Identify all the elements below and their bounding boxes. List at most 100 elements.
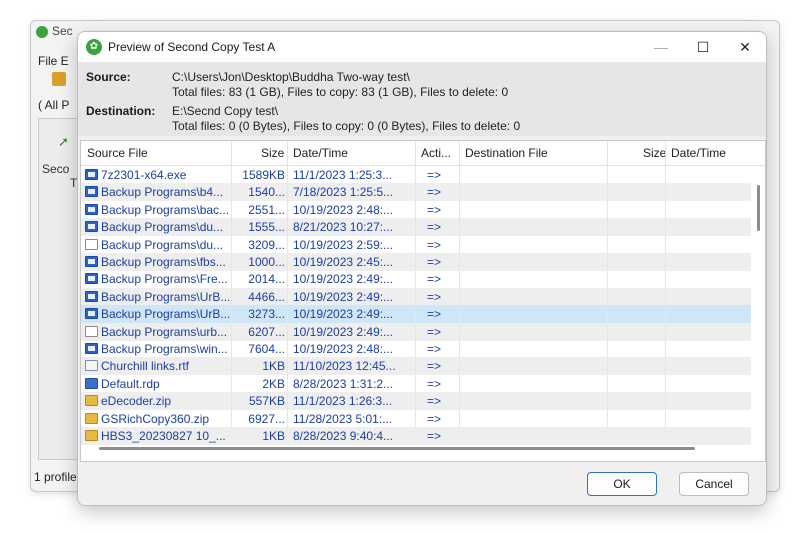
profile-label[interactable]: Seco T — [42, 162, 77, 190]
table-row[interactable]: HBS3_20230827 10_... 1KB 8/28/2023 9:40:4.… — [81, 427, 751, 445]
table-row[interactable]: GSRichCopy360.zip 6927... 11/28/2023 5:01:… — [81, 410, 751, 428]
dialog-title: Preview of Second Copy Test A — [108, 40, 276, 54]
source-file-cell: Backup Programs\win... — [101, 342, 228, 356]
action-cell: => — [427, 324, 442, 339]
action-cell: => — [427, 289, 442, 304]
date-time-cell: 8/28/2023 1:31:2... — [293, 376, 394, 391]
size-cell: 6927... — [248, 411, 285, 426]
source-file-cell: Backup Programs\fbs... — [101, 255, 226, 269]
ok-button[interactable]: OK — [587, 472, 657, 496]
source-file-cell: Backup Programs\UrB... — [101, 307, 231, 322]
action-cell: => — [427, 376, 442, 391]
table-row[interactable]: eDecoder.zip 557KB 11/1/2023 1:26:3... => — [81, 392, 751, 411]
table-row[interactable]: Default.rdp 2KB 8/28/2023 1:31:2... => — [81, 375, 751, 393]
date-time-cell: 11/1/2023 1:25:3... — [293, 168, 393, 182]
date-time-cell: 10/19/2023 2:59:... — [293, 237, 394, 252]
table-row[interactable]: Backup Programs\bac... 2551... 10/19/2023 … — [81, 201, 751, 219]
toolbar-icon[interactable] — [52, 72, 66, 86]
source-file-cell: GSRichCopy360.zip — [101, 411, 210, 426]
close-icon[interactable]: ✕ — [724, 32, 766, 62]
date-time-cell: 8/28/2023 9:40:4... — [293, 429, 394, 443]
table-row[interactable]: Backup Programs\fbs... 1000... 10/19/2023 … — [81, 253, 751, 271]
app-icon: ✿ — [86, 39, 102, 55]
source-file-cell: Default.rdp — [101, 376, 160, 391]
date-time-cell: 10/19/2023 2:48:... — [293, 342, 394, 356]
source-file-cell: Backup Programs\urb... — [101, 324, 228, 339]
col-destination-file[interactable]: Destination File — [465, 146, 548, 160]
source-file-cell: Backup Programs\du... — [101, 237, 224, 252]
size-cell: 1KB — [262, 429, 285, 443]
dialog-titlebar[interactable]: ✿ Preview of Second Copy Test A — ☐ ✕ — [78, 32, 766, 62]
action-cell: => — [427, 342, 442, 356]
action-cell: => — [427, 394, 442, 409]
action-cell: => — [427, 255, 442, 269]
exe-file-icon — [85, 308, 98, 320]
source-file-cell: 7z2301-x64.exe — [101, 168, 187, 182]
destination-totals: Total files: 0 (0 Bytes), Files to copy:… — [172, 119, 521, 133]
source-path: C:\Users\Jon\Desktop\Buddha Two-way test… — [172, 70, 410, 84]
action-cell: => — [427, 202, 442, 217]
date-time-cell: 8/21/2023 10:27:... — [293, 220, 394, 235]
size-cell: 3273... — [248, 307, 285, 322]
table-row[interactable]: 7z2301-x64.exe 1589KB 11/1/2023 1:25:3... =… — [81, 166, 751, 184]
exe-file-icon — [85, 273, 98, 285]
exe-file-icon — [85, 221, 98, 233]
table-row[interactable]: Backup Programs\du... 3209... 10/19/2023 2… — [81, 236, 751, 254]
col-action[interactable]: Acti... — [421, 146, 451, 160]
exe-file-icon — [85, 290, 98, 302]
table-row[interactable]: Churchill links.rtf 1KB 11/10/2023 12:45..… — [81, 357, 751, 376]
col-date-time[interactable]: Date/Time — [293, 146, 348, 160]
main-window-edge — [766, 66, 777, 90]
size-cell: 1555... — [248, 220, 285, 235]
table-row[interactable]: Backup Programs\b4... 1540... 7/18/2023 1:… — [81, 183, 751, 202]
profile-arrow-icon: ➚ — [58, 134, 69, 149]
vertical-scrollbar[interactable] — [755, 165, 763, 429]
exe-file-icon — [85, 169, 98, 180]
date-time-cell: 7/18/2023 1:25:5... — [293, 185, 394, 200]
table-row[interactable]: Backup Programs\UrB... 4466... 10/19/2023 … — [81, 287, 751, 306]
col-size[interactable]: Size — [261, 146, 284, 160]
status-bar-text: 1 profile — [34, 470, 77, 484]
file-list[interactable]: Source File Size Date/Time Acti... Desti… — [80, 140, 766, 462]
date-time-cell: 11/28/2023 5:01:... — [293, 411, 393, 426]
exe-file-icon — [85, 203, 98, 215]
minimize-icon[interactable]: — — [640, 32, 682, 62]
date-time-cell: 10/19/2023 2:45:... — [293, 255, 394, 269]
destination-label: Destination: — [86, 104, 156, 118]
source-file-cell: Backup Programs\du... — [101, 220, 224, 235]
col-source-file[interactable]: Source File — [87, 146, 148, 160]
rdp-file-icon — [85, 377, 98, 389]
table-row[interactable]: Backup Programs\urb... 6207... 10/19/2023 … — [81, 322, 751, 341]
table-row[interactable]: Backup Programs\win... 7604... 10/19/2023 … — [81, 340, 751, 358]
size-cell: 1KB — [262, 359, 285, 374]
col-dest-size[interactable]: Size — [643, 146, 666, 160]
size-cell: 3209... — [248, 237, 285, 252]
date-time-cell: 11/1/2023 1:26:3... — [293, 394, 393, 409]
zip-file-icon — [85, 395, 98, 407]
table-row[interactable]: Backup Programs\Fre... 2014... 10/19/2023 … — [81, 270, 751, 288]
size-cell: 2KB — [262, 376, 285, 391]
horizontal-scroll-thumb[interactable] — [99, 447, 695, 450]
cancel-button[interactable]: Cancel — [679, 472, 749, 496]
destination-path: E:\Secnd Copy test\ — [172, 104, 279, 118]
col-dest-date-time[interactable]: Date/Time — [671, 146, 726, 160]
exe-file-icon — [85, 256, 98, 267]
maximize-icon[interactable]: ☐ — [682, 32, 724, 62]
profile-filter-tab[interactable]: ( All P — [38, 98, 69, 112]
table-row[interactable]: Backup Programs\du... 1555... 8/21/2023 10… — [81, 218, 751, 237]
date-time-cell: 11/10/2023 12:45... — [293, 359, 396, 374]
table-row[interactable]: Backup Programs\UrB... 3273... 10/19/2023 … — [81, 305, 751, 324]
source-file-cell: Backup Programs\UrB... — [101, 289, 231, 304]
source-file-cell: eDecoder.zip — [101, 394, 172, 409]
doc-file-icon — [85, 238, 98, 250]
main-window-title: Sec — [52, 24, 73, 38]
action-cell: => — [427, 429, 442, 443]
date-time-cell: 10/19/2023 2:49:... — [293, 272, 394, 287]
zip-file-icon — [85, 430, 98, 441]
rtf-file-icon — [85, 360, 98, 372]
main-menu-bar[interactable]: File E — [38, 54, 69, 68]
size-cell: 2551... — [248, 202, 285, 217]
action-cell: => — [427, 168, 442, 182]
vertical-scroll-thumb[interactable] — [757, 185, 760, 231]
size-cell: 557KB — [248, 394, 285, 409]
